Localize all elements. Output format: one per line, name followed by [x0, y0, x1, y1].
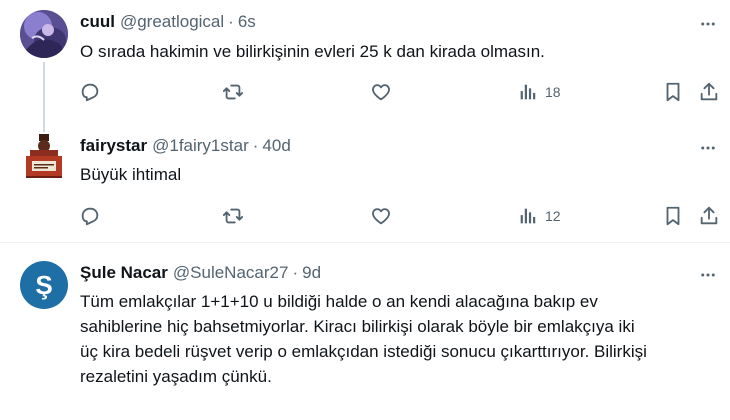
- tweet-3[interactable]: Ş Şule Nacar @SuleNacar27 · 9d Tüm emlak…: [0, 243, 730, 420]
- bookmark-icon: [666, 82, 680, 102]
- avatar[interactable]: Ş: [20, 261, 68, 309]
- share-button[interactable]: [698, 204, 720, 228]
- tweet-2[interactable]: fairystar @1fairy1star · 40d Büyük ihtim…: [0, 128, 730, 242]
- share-button[interactable]: [698, 80, 720, 104]
- timestamp[interactable]: 9d: [302, 263, 321, 283]
- user-handle[interactable]: @SuleNacar27: [173, 263, 289, 283]
- tweet-text: Tüm emlakçılar 1+1+10 u bildiği halde o …: [80, 289, 725, 389]
- separator: ·: [228, 12, 234, 31]
- action-bar: 12: [79, 204, 719, 228]
- more-icon[interactable]: [698, 265, 718, 285]
- tweet-header: cuul @greatlogical · 6s: [80, 12, 256, 32]
- like-icon: [372, 208, 390, 225]
- share-icon: [700, 82, 718, 101]
- retweet-icon: [222, 208, 244, 224]
- text-line: rezaletini yaşadım çünkü.: [80, 367, 272, 386]
- more-icon[interactable]: [698, 14, 718, 34]
- share-icon: [700, 206, 718, 225]
- display-name[interactable]: fairystar: [80, 136, 147, 156]
- reply-button[interactable]: [79, 80, 101, 104]
- views-count: 12: [545, 208, 561, 224]
- avatar[interactable]: [20, 132, 68, 180]
- bookmark-icon: [666, 206, 680, 226]
- separator: ·: [252, 136, 259, 155]
- timestamp[interactable]: 40d: [262, 136, 290, 156]
- reply-icon: [81, 83, 99, 102]
- views-button[interactable]: 18: [517, 80, 561, 104]
- like-icon: [372, 84, 390, 101]
- more-icon[interactable]: [698, 138, 718, 158]
- text-line: sahiblerine hiç bahsetmiyorlar. Kiracı b…: [80, 317, 635, 336]
- avatar[interactable]: [20, 10, 68, 58]
- like-button[interactable]: [370, 80, 392, 104]
- action-bar: 18: [79, 80, 719, 104]
- user-handle[interactable]: @1fairy1star: [152, 136, 249, 156]
- user-handle[interactable]: @greatlogical: [120, 12, 224, 32]
- text-line: Tüm emlakçılar 1+1+10 u bildiği halde o …: [80, 292, 598, 311]
- reply-icon: [81, 207, 99, 226]
- text-line: üç kira bedeli rüşvet verip o emlakçıdan…: [80, 342, 647, 361]
- tweet-1[interactable]: cuul @greatlogical · 6s O sırada hakimin…: [0, 0, 730, 132]
- reply-button[interactable]: [79, 204, 101, 228]
- tweet-text: Büyük ihtimal: [80, 165, 182, 184]
- retweet-button[interactable]: [222, 204, 244, 228]
- separator: ·: [292, 263, 299, 282]
- timestamp[interactable]: 6s: [238, 12, 256, 32]
- thread-line: [43, 62, 45, 132]
- display-name[interactable]: Şule Nacar: [80, 263, 168, 283]
- retweet-icon: [222, 84, 244, 100]
- views-button[interactable]: 12: [517, 204, 561, 228]
- like-button[interactable]: [370, 204, 392, 228]
- views-icon: [520, 208, 536, 224]
- tweet-header: fairystar @1fairy1star · 40d: [80, 136, 291, 156]
- views-icon: [520, 84, 536, 100]
- avatar-letter: Ş: [35, 270, 53, 300]
- views-count: 18: [545, 84, 561, 100]
- display-name[interactable]: cuul: [80, 12, 115, 32]
- tweet-header: Şule Nacar @SuleNacar27 · 9d: [80, 263, 321, 283]
- bookmark-button[interactable]: [662, 204, 684, 228]
- bookmark-button[interactable]: [662, 80, 684, 104]
- retweet-button[interactable]: [222, 80, 244, 104]
- tweet-text: O sırada hakimin ve bilirkişinin evleri …: [80, 42, 545, 61]
